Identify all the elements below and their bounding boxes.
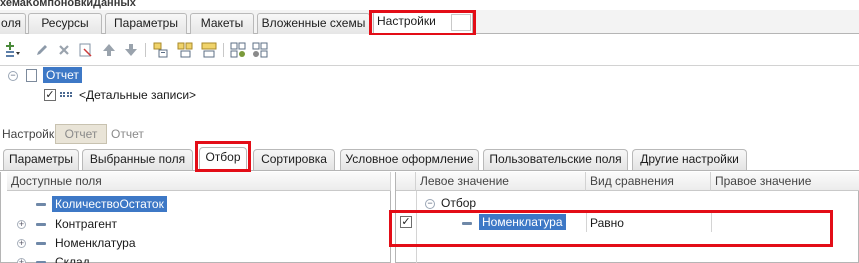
edit-icon[interactable]: [34, 42, 50, 58]
tab-conditional-format[interactable]: Условное оформление: [340, 149, 479, 170]
settings-icon[interactable]: [230, 42, 246, 58]
filter-left-value[interactable]: Номенклатура: [479, 214, 566, 230]
tab-selected-fields[interactable]: Выбранные поля: [82, 149, 193, 170]
report-icon: [26, 69, 37, 82]
settings-structure-icon[interactable]: [252, 42, 268, 58]
field-warehouse[interactable]: Склад: [55, 253, 90, 263]
header-comparison: Вид сравнения: [586, 172, 711, 191]
collapse-icon[interactable]: −: [8, 71, 18, 81]
delete-icon[interactable]: [56, 42, 72, 58]
available-fields-panel: Доступные поля КоличествоОстаток + Контр…: [0, 172, 391, 263]
field-icon: [36, 223, 46, 226]
filter-comparison[interactable]: Равно: [590, 213, 624, 233]
group-detail-icon[interactable]: [201, 42, 217, 58]
settings-tab-bar: Параметры Выбранные поля Отбор Сортировк…: [0, 147, 859, 172]
move-down-icon[interactable]: [123, 42, 139, 58]
filter-check-header: [396, 172, 416, 191]
top-tab-bar: оля Ресурсы Параметры Макеты Вложенные с…: [0, 10, 859, 35]
filter-row-checkbox[interactable]: ✓: [400, 216, 412, 228]
tab-edit-field: [451, 14, 471, 31]
collapse-icon[interactable]: −: [425, 199, 435, 209]
toolbar-separator: [223, 43, 224, 57]
settings-report-button[interactable]: Отчет: [55, 124, 107, 144]
available-fields-header: Доступные поля: [7, 172, 391, 191]
filter-table: Левое значение Вид сравнения Правое знач…: [395, 172, 859, 263]
group-icon[interactable]: [153, 42, 169, 58]
tab-resources[interactable]: Ресурсы: [28, 13, 102, 34]
column-divider: [711, 212, 712, 232]
settings-report-text: Отчет: [111, 127, 144, 141]
filter-group-label: Отбор: [441, 196, 477, 210]
header-right-value: Правое значение: [711, 172, 859, 191]
tab-sorting[interactable]: Сортировка: [253, 149, 335, 170]
tree-root-report[interactable]: Отчет: [43, 67, 82, 83]
tree-detail-records[interactable]: <Детальные записи>: [79, 86, 196, 105]
field-counterparty[interactable]: Контрагент: [55, 215, 117, 234]
field-icon: [36, 242, 46, 245]
tab-other-settings[interactable]: Другие настройки: [632, 149, 747, 170]
field-quantity-balance[interactable]: КоличествоОстаток: [52, 196, 167, 212]
tab-parameters[interactable]: Параметры: [105, 13, 187, 34]
column-divider: [586, 212, 587, 232]
tab-filter[interactable]: Отбор: [199, 147, 247, 172]
expand-icon[interactable]: +: [17, 258, 26, 263]
tab-templates[interactable]: Макеты: [190, 13, 254, 34]
move-up-icon[interactable]: [101, 42, 117, 58]
field-icon: [36, 203, 46, 206]
tab-params[interactable]: Параметры: [3, 149, 79, 170]
column-divider: [416, 191, 417, 263]
tab-fields[interactable]: оля: [0, 13, 26, 34]
group-add-icon[interactable]: [177, 42, 193, 58]
field-icon: [462, 222, 472, 225]
toolbar-separator: [145, 43, 146, 57]
header-left-value: Левое значение: [416, 172, 586, 191]
detail-records-icon: [60, 92, 72, 97]
mark-icon[interactable]: [78, 42, 94, 58]
detail-records-checkbox[interactable]: ✓: [44, 89, 56, 101]
expand-icon[interactable]: +: [17, 239, 26, 248]
window-title: хемаКомпоновкиДанных: [0, 0, 136, 9]
expand-icon[interactable]: +: [17, 220, 26, 229]
field-nomenclature[interactable]: Номенклатура: [55, 234, 136, 253]
tab-nested-schemas[interactable]: Вложенные схемы: [257, 13, 370, 34]
tab-user-fields[interactable]: Пользовательские поля: [483, 149, 628, 170]
toolbar: [0, 35, 859, 65]
settings-structure-tree: − Отчет ✓ <Детальные записи>: [0, 65, 859, 113]
add-dropdown-icon[interactable]: [4, 42, 20, 58]
